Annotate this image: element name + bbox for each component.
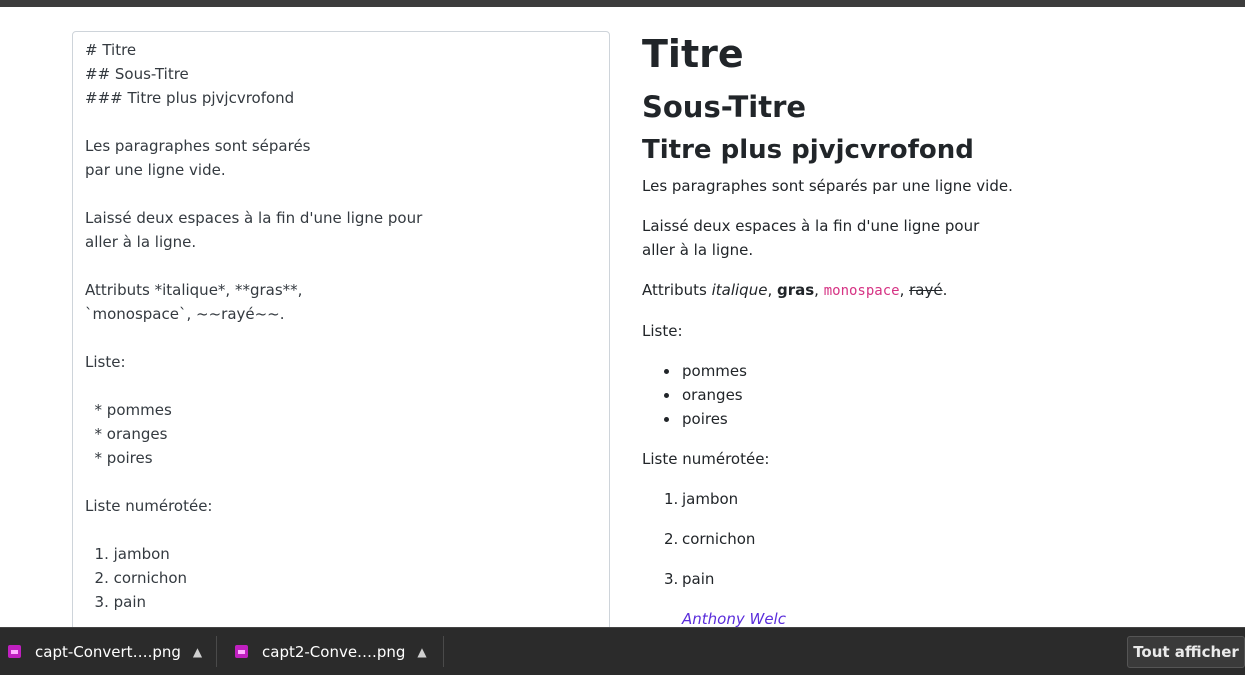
download-item[interactable]: capt-Convert….png ▲ [8,628,202,675]
editor-line: 1. jambon [85,545,170,563]
attrs-separator: , [767,281,777,299]
download-item[interactable]: capt2-Conve….png ▲ [235,628,427,675]
editor-line: Laissé deux espaces à la fin d'une ligne… [85,209,423,227]
editor-line: * pommes [85,401,172,419]
markdown-editor[interactable]: # Titre ## Sous-Titre ### Titre plus pjv… [72,31,610,641]
download-separator [216,636,217,667]
download-filename: capt2-Conve….png [262,642,406,661]
editor-line: Les paragraphes sont séparés [85,137,311,155]
bullet-marker [664,417,669,422]
download-filename: capt-Convert….png [35,642,181,661]
attrs-separator: , [814,281,824,299]
preview-paragraph: Les paragraphes sont séparés par une lig… [642,177,1013,195]
preview-heading-2: Sous-Titre [642,90,807,124]
italic-text: italique [711,281,768,299]
monospace-text: monospace [823,283,900,299]
list-item: pommes [682,362,747,380]
editor-line: `monospace`, ~~rayé~~. [85,305,285,323]
ordered-list-item: cornichon [682,530,756,548]
editor-line: Attributs *italique*, **gras**, [85,281,303,299]
download-separator [443,636,444,667]
list-label: Liste: [642,322,683,340]
ordered-list-number: 3. [664,570,679,588]
editor-line: * poires [85,449,153,467]
editor-line: aller à la ligne. [85,233,197,251]
list-item: oranges [682,386,743,404]
list-item: poires [682,410,728,428]
preview-paragraph: aller à la ligne. [642,241,754,259]
image-file-icon [235,645,248,658]
downloads-bar: capt-Convert….png ▲ capt2-Conve….png ▲ T… [0,627,1245,675]
ordered-list-number: 2. [664,530,679,548]
bullet-marker [664,369,669,374]
preview-paragraph: Laissé deux espaces à la fin d'une ligne… [642,217,980,235]
editor-line: * oranges [85,425,168,443]
editor-line: # Titre [85,41,137,59]
editor-line: Liste: [85,353,126,371]
editor-line: ## Sous-Titre [85,65,189,83]
editor-line: 3. pain [85,593,147,611]
attrs-end: . [942,281,948,299]
markdown-preview: Titre Sous-Titre Titre plus pjvjcvrofond… [642,0,1242,628]
editor-line: Liste numérotée: [85,497,213,515]
bullet-marker [664,393,669,398]
ordered-list-item: jambon [682,490,739,508]
bold-text: gras [776,281,815,299]
editor-line: ### Titre plus pjvjcvrofond [85,89,295,107]
chevron-up-icon[interactable]: ▲ [417,645,426,659]
preview-attributes: Attributs italique, gras, monospace, ray… [642,278,947,303]
chevron-up-icon[interactable]: ▲ [193,645,202,659]
ordered-list-item: pain [682,570,715,588]
editor-line: par une ligne vide. [85,161,226,179]
attrs-prefix: Attributs [642,281,712,299]
editor-line: 2. cornichon [85,569,188,587]
preview-heading-1: Titre [642,32,744,76]
preview-heading-3: Titre plus pjvjcvrofond [642,135,974,165]
show-all-button[interactable]: Tout afficher [1127,636,1245,668]
ordered-list-label: Liste numérotée: [642,450,770,468]
attrs-separator: , [899,281,910,299]
ordered-list-number: 1. [664,490,679,508]
image-file-icon [8,645,21,658]
strikethrough-text: rayé [909,281,943,299]
